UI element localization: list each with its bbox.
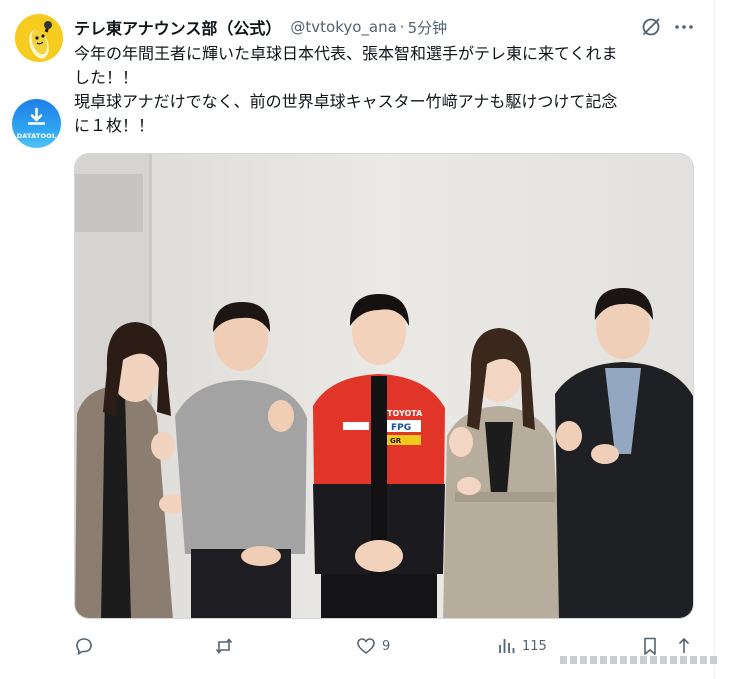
watermark-graphic bbox=[556, 655, 726, 665]
view-count: 115 bbox=[522, 638, 547, 654]
tweet-text-line: に１枚！！ bbox=[74, 116, 155, 135]
tweet-text-line: 今年の年間王者に輝いた卓球日本代表、張本智和選手がテレ東に来てくれま bbox=[74, 44, 618, 63]
download-badge-label: DATATOOL bbox=[16, 132, 57, 140]
more-icon[interactable] bbox=[673, 16, 695, 38]
group-photo-illustration: TOYOTA FPG GR bbox=[75, 154, 693, 618]
jersey-sponsor-1: TOYOTA bbox=[387, 409, 423, 418]
jersey-sponsor-3: GR bbox=[390, 437, 402, 445]
retweet-icon bbox=[215, 638, 233, 654]
mascot-avatar-icon bbox=[15, 14, 63, 62]
tweet-text: 今年の年間王者に輝いた卓球日本代表、張本智和選手がテレ東に来てくれま した！！ … bbox=[74, 42, 700, 138]
views-icon bbox=[499, 639, 515, 653]
display-name[interactable]: テレ東アナウンス部（公式） bbox=[74, 15, 281, 39]
profile-avatar[interactable] bbox=[15, 14, 63, 62]
like-count: 9 bbox=[382, 638, 391, 654]
retweet-button[interactable] bbox=[214, 634, 240, 658]
jersey-sponsor-2: FPG bbox=[391, 423, 411, 433]
views-button[interactable]: 115 bbox=[496, 634, 547, 658]
tweet-text-line: した！！ bbox=[74, 68, 139, 87]
heart-icon bbox=[357, 638, 375, 654]
column-divider bbox=[714, 0, 715, 679]
reply-button[interactable] bbox=[74, 634, 100, 658]
download-badge[interactable]: DATATOOL bbox=[12, 99, 61, 148]
timestamp[interactable]: 5分钟 bbox=[408, 17, 448, 38]
separator-dot: · bbox=[399, 18, 405, 36]
user-handle[interactable]: @tvtokyo_ana bbox=[290, 18, 396, 36]
tweet-text-line: 現卓球アナだけでなく、前の世界卓球キャスター竹﨑アナも駆けつけて記念 bbox=[74, 92, 618, 111]
grok-icon[interactable] bbox=[640, 16, 662, 38]
like-button[interactable]: 9 bbox=[356, 634, 390, 658]
reply-icon bbox=[76, 638, 92, 655]
tweet-header: テレ東アナウンス部（公式） @tvtokyo_ana · 5分钟 bbox=[74, 14, 447, 40]
download-icon bbox=[27, 107, 46, 125]
tweet-photo[interactable]: TOYOTA FPG GR bbox=[74, 153, 694, 619]
